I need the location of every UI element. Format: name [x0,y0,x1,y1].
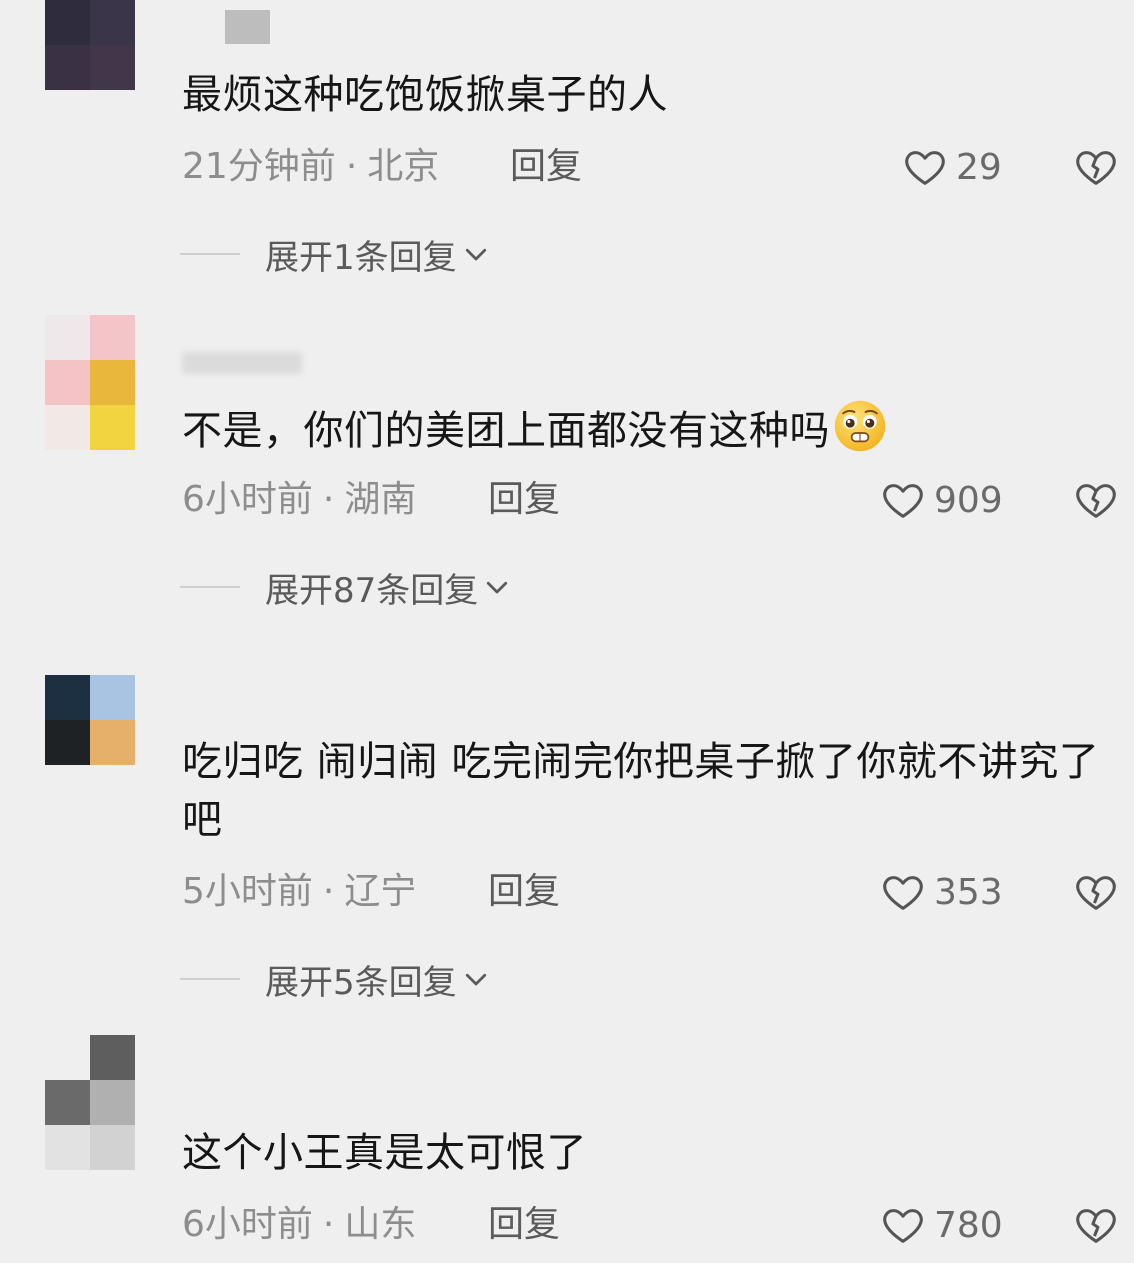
like-button[interactable]: 909 [880,475,1003,525]
meta-separator: · [322,1204,335,1245]
avatar[interactable] [45,675,135,765]
meta-separator: · [322,479,335,520]
reply-button[interactable]: 回复 [510,145,582,189]
comment-text: 这个小王真是太可恨了 [182,1130,587,1176]
divider-line [180,586,240,588]
comment-location: 山东 [344,1204,417,1245]
comment-text: 最烦这种吃饱饭掀桌子的人 [182,72,668,118]
chevron-down-icon [487,581,508,594]
like-count: 909 [934,479,1003,521]
comment-meta: 21分钟前 · 北京 回复 [182,145,582,189]
comment-meta: 6小时前 · 山东 回复 [182,1203,560,1247]
avatar[interactable] [45,1035,135,1170]
pleading-face-emoji [834,400,886,452]
username[interactable] [225,10,270,44]
like-count: 353 [934,871,1003,913]
avatar[interactable] [45,0,135,90]
comment-time: 6小时前 [182,1204,313,1245]
expand-replies-label: 展开5条回复 [265,962,457,1003]
chevron-down-icon [465,248,486,261]
heart-outline-icon [905,151,945,185]
broken-heart-icon[interactable] [1073,869,1119,915]
expand-replies-button[interactable]: 展开1条回复 [180,232,491,278]
broken-heart-icon[interactable] [1073,144,1119,190]
like-button[interactable]: 29 [902,142,1002,192]
expand-replies-label: 展开1条回复 [265,237,457,278]
comment-meta: 5小时前 · 辽宁 回复 [182,870,560,914]
like-count: 29 [956,146,1002,188]
comment-time: 5小时前 [182,871,313,912]
comment-list: 最烦这种吃饱饭掀桌子的人 21分钟前 · 北京 回复 29 展开1条回复 不是，… [0,0,1134,1263]
username[interactable] [182,352,302,374]
reply-button[interactable]: 回复 [488,1203,560,1247]
reply-button[interactable]: 回复 [488,870,560,914]
heart-outline-icon [883,1209,923,1243]
comment-time: 21分钟前 [182,146,336,187]
comment-text: 不是，你们的美团上面都没有这种吗 [182,398,1112,460]
broken-heart-icon[interactable] [1073,1202,1119,1248]
avatar[interactable] [45,315,135,450]
comment-location: 辽宁 [344,871,417,912]
comment-location: 北京 [367,146,440,187]
like-count: 780 [934,1204,1003,1246]
divider-line [180,253,240,255]
divider-line [180,978,240,980]
broken-heart-icon[interactable] [1073,477,1119,523]
comment-meta: 6小时前 · 湖南 回复 [182,478,560,522]
chevron-down-icon [465,973,486,986]
meta-separator: · [322,871,335,912]
comment-text: 吃归吃 闹归闹 吃完闹完你把桌子掀了你就不讲究了吧 [182,739,1100,843]
like-button[interactable]: 353 [880,867,1003,917]
meta-separator: · [345,146,358,187]
comment-text-body: 不是，你们的美团上面都没有这种吗 [182,408,830,454]
reply-button[interactable]: 回复 [488,478,560,522]
comment-location: 湖南 [344,479,417,520]
heart-outline-icon [883,876,923,910]
expand-replies-label: 展开87条回复 [265,570,479,611]
expand-replies-button[interactable]: 展开5条回复 [180,957,491,1003]
heart-outline-icon [883,484,923,518]
expand-replies-button[interactable]: 展开87条回复 [180,565,512,611]
like-button[interactable]: 780 [880,1200,1003,1250]
comment-time: 6小时前 [182,479,313,520]
